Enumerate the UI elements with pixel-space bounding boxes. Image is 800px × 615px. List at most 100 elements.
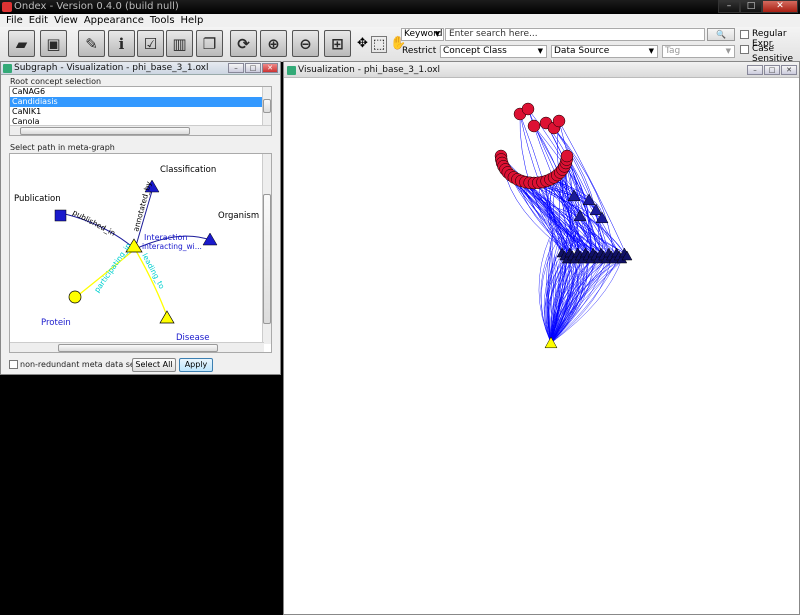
select-all-button[interactable]: Select All [132,358,176,372]
trash-icon: ▥ [172,34,187,53]
menu-view[interactable]: View [51,14,81,27]
menu-appearance[interactable]: Appearance [81,14,147,27]
graph-edge [533,125,607,260]
menu-tools[interactable]: Tools [147,14,178,27]
info-icon: i [118,34,125,53]
concept-class-dropdown[interactable]: Concept Class ▼ [440,45,547,58]
nonredundant-checkbox[interactable] [9,360,18,369]
disease-node[interactable] [552,114,566,128]
node-disease[interactable] [159,310,175,324]
disease-node[interactable] [560,149,574,163]
close-button[interactable]: ✕ [762,0,798,13]
checkbox-icon: ☑ [143,34,158,53]
list-item[interactable]: CaNIK1 [10,107,271,117]
disease-node[interactable] [521,102,535,116]
visualization-frame: Visualization - phi_base_3_1.oxl – □ ✕ [283,61,800,615]
edge-label-interacting: interacting_wi... [142,242,202,251]
disease-node[interactable] [527,119,541,133]
search-mode-dropdown[interactable]: Keyword ▼ [401,28,444,41]
scroll-thumb[interactable] [263,194,271,324]
graph-edges [500,108,628,344]
viz-minimize-button[interactable]: – [747,65,763,75]
zoom-in-icon: ⊕ [267,34,280,53]
copy-button[interactable]: ❐ [196,30,223,57]
fit-window-icon: ⊞ [331,34,344,53]
label-publication: Publication [14,194,61,204]
info-button[interactable]: i [108,30,135,57]
graph-vertical-scrollbar[interactable] [262,154,271,344]
select-icon[interactable]: ⬚ [370,36,388,53]
open-button[interactable]: ▰ [8,30,35,57]
refresh-button[interactable]: ⟳ [230,30,257,57]
concept-class-value: Concept Class [443,46,507,56]
subgraph-title: Subgraph - Visualization - phi_base_3_1.… [14,63,209,73]
list-vertical-scrollbar[interactable] [262,87,271,125]
menu-bar: File Edit View Appearance Tools Help [0,14,800,27]
scroll-thumb[interactable] [58,344,218,352]
apply-button[interactable]: Apply [179,358,213,372]
check-button[interactable]: ☑ [137,30,164,57]
edge-label-published: published_in [71,208,117,238]
case-sensitive-checkbox[interactable] [740,45,749,54]
save-button[interactable]: ▣ [40,30,67,57]
app-icon [2,2,12,12]
root-concept-list[interactable]: CaNAG6 Candidiasis CaNIK1 Canola [9,86,272,136]
meta-graph-panel[interactable]: Classification Publication Organism Inte… [9,153,272,353]
node-protein[interactable] [68,290,82,304]
maximize-button[interactable]: □ [740,0,762,13]
visualization-title: Visualization - phi_base_3_1.oxl [298,65,441,75]
zoom-in-button[interactable]: ⊕ [260,30,287,57]
chevron-down-icon: ▼ [537,47,543,55]
tag-value: Tag [665,46,681,56]
search-icon: 🔍 [716,30,726,39]
frame-minimize-button[interactable]: – [228,63,244,73]
search-input[interactable]: Enter search here... [445,28,705,41]
label-protein: Protein [41,318,71,328]
list-item[interactable]: CaNAG6 [10,87,271,97]
zoom-out-icon: ⊖ [299,34,312,53]
node-publication[interactable] [54,209,67,222]
disk-icon: ▣ [46,34,61,53]
data-source-value: Data Source [554,46,610,56]
label-interaction: Interaction [144,233,187,242]
subgraph-frame: Subgraph - Visualization - phi_base_3_1.… [0,61,281,375]
menu-help[interactable]: Help [178,14,207,27]
tools-button[interactable]: ✎ [78,30,105,57]
data-source-dropdown[interactable]: Data Source ▼ [551,45,658,58]
tag-dropdown[interactable]: Tag ▼ [662,45,735,58]
chevron-down-icon: ▼ [434,30,440,38]
label-classification: Classification [160,165,216,175]
root-concept-label: Root concept selection [10,77,102,86]
delete-button[interactable]: ▥ [166,30,193,57]
move-icon[interactable]: ✥ [357,36,368,53]
wrench-icon: ✎ [85,34,98,53]
graph-horizontal-scrollbar[interactable] [10,342,264,352]
list-item-selected[interactable]: Candidiasis [10,97,271,107]
menu-file[interactable]: File [3,14,26,27]
folder-icon: ▰ [15,34,28,53]
chevron-down-icon: ▼ [725,47,731,55]
edge-label-participating: participating_in [92,241,133,294]
list-horizontal-scrollbar[interactable] [10,125,271,135]
viz-maximize-button[interactable]: □ [764,65,780,75]
window-title: Ondex - Version 0.4.0 (build null) [14,1,179,12]
network-graph[interactable] [284,78,799,614]
menu-edit[interactable]: Edit [26,14,51,27]
subgraph-title-bar: Subgraph - Visualization - phi_base_3_1.… [1,62,280,75]
copy-icon: ❐ [202,34,217,53]
node-organism[interactable] [202,232,218,246]
search-button[interactable]: 🔍 [707,28,735,41]
zoom-out-button[interactable]: ⊖ [292,30,319,57]
scroll-thumb[interactable] [263,99,271,113]
regex-checkbox[interactable] [740,30,749,39]
path-selection-label: Select path in meta-graph [10,143,115,152]
scroll-thumb[interactable] [20,127,190,135]
meta-graph[interactable]: Classification Publication Organism Inte… [10,154,272,353]
minimize-button[interactable]: – [718,0,740,13]
label-organism: Organism [218,211,259,221]
refresh-icon: ⟳ [237,34,250,53]
frame-maximize-button[interactable]: □ [245,63,261,73]
fit-button[interactable]: ⊞ [324,30,351,57]
viz-close-button[interactable]: ✕ [781,65,797,75]
frame-close-button[interactable]: ✕ [262,63,278,73]
